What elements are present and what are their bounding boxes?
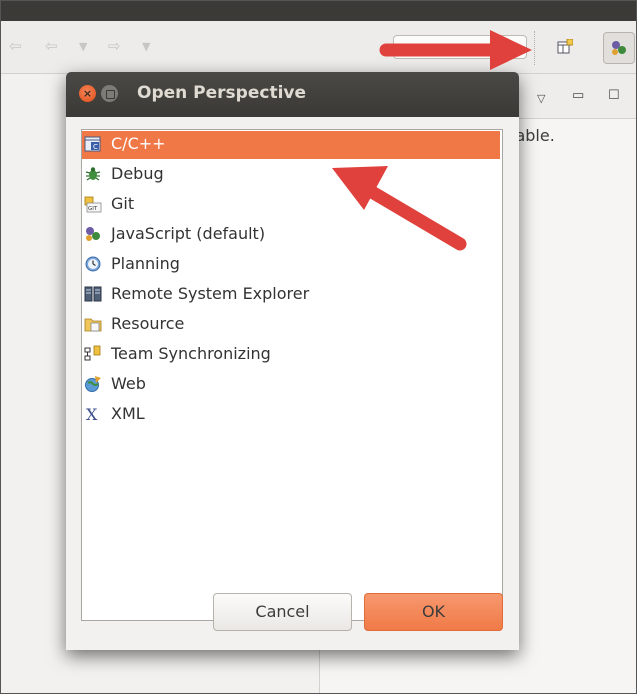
svg-text:C: C xyxy=(93,143,98,151)
annotation-arrow-toolbar xyxy=(379,30,532,70)
ok-button[interactable]: OK xyxy=(364,593,503,631)
cpp-perspective-icon: C xyxy=(84,136,101,152)
dialog-close-button[interactable]: × xyxy=(79,85,96,102)
web-icon xyxy=(85,376,101,392)
javascript-perspective-icon xyxy=(86,227,100,241)
svg-text:GIT: GIT xyxy=(88,206,98,212)
clock-icon xyxy=(85,256,101,272)
perspective-item-resource[interactable]: Resource xyxy=(82,311,500,339)
folder-icon xyxy=(84,318,102,332)
perspective-item-cpp[interactable]: C C/C++ xyxy=(82,131,500,159)
dialog-minimize-button[interactable] xyxy=(101,85,118,102)
item-label: Planning xyxy=(111,254,180,273)
close-icon: × xyxy=(82,87,93,100)
remote-system-icon xyxy=(84,286,102,302)
perspective-item-team-synchronizing[interactable]: Team Synchronizing xyxy=(82,341,500,369)
back-nav-icon[interactable]: ⇦ xyxy=(9,37,22,55)
perspective-item-web[interactable]: Web xyxy=(82,371,500,399)
item-label: Debug xyxy=(111,164,164,183)
git-icon: GIT xyxy=(84,196,102,213)
item-label: Resource xyxy=(111,314,185,333)
back-dropdown-icon[interactable]: ▼ xyxy=(79,40,87,53)
item-label: Web xyxy=(111,374,146,393)
maximize-view-icon[interactable]: ☐ xyxy=(608,88,620,103)
window-titlebar xyxy=(1,1,636,21)
dialog-title: Open Perspective xyxy=(137,83,307,103)
annotation-arrow-list xyxy=(332,166,467,251)
main-toolbar: ⇦ ⇦ ▼ ⇨ ▼ xyxy=(1,21,636,74)
item-label: Team Synchronizing xyxy=(111,344,271,363)
back-icon[interactable]: ⇦ xyxy=(45,37,58,55)
forward-icon[interactable]: ⇨ xyxy=(108,37,121,55)
svg-text:X: X xyxy=(86,405,98,423)
xml-icon: X xyxy=(86,405,98,423)
javascript-perspective-icon xyxy=(612,41,626,55)
open-perspective-icon[interactable] xyxy=(557,39,573,55)
minimize-icon xyxy=(106,90,115,99)
perspective-item-remote-system-explorer[interactable]: Remote System Explorer xyxy=(82,281,500,309)
view-menu-icon[interactable]: ▽ xyxy=(537,92,545,105)
perspective-item-xml[interactable]: X XML xyxy=(82,401,500,429)
item-label: Remote System Explorer xyxy=(111,284,310,303)
minimize-view-icon[interactable]: ▭ xyxy=(572,88,584,103)
forward-dropdown-icon[interactable]: ▼ xyxy=(142,40,150,53)
item-label: JavaScript (default) xyxy=(111,224,266,243)
bug-icon xyxy=(85,167,101,181)
item-label: C/C++ xyxy=(111,134,166,153)
sync-icon xyxy=(84,345,101,361)
javascript-perspective-button[interactable] xyxy=(603,32,635,64)
item-label: XML xyxy=(111,404,145,423)
dialog-titlebar: × Open Perspective xyxy=(66,72,519,117)
item-label: Git xyxy=(111,194,135,213)
cancel-button[interactable]: Cancel xyxy=(213,593,352,631)
